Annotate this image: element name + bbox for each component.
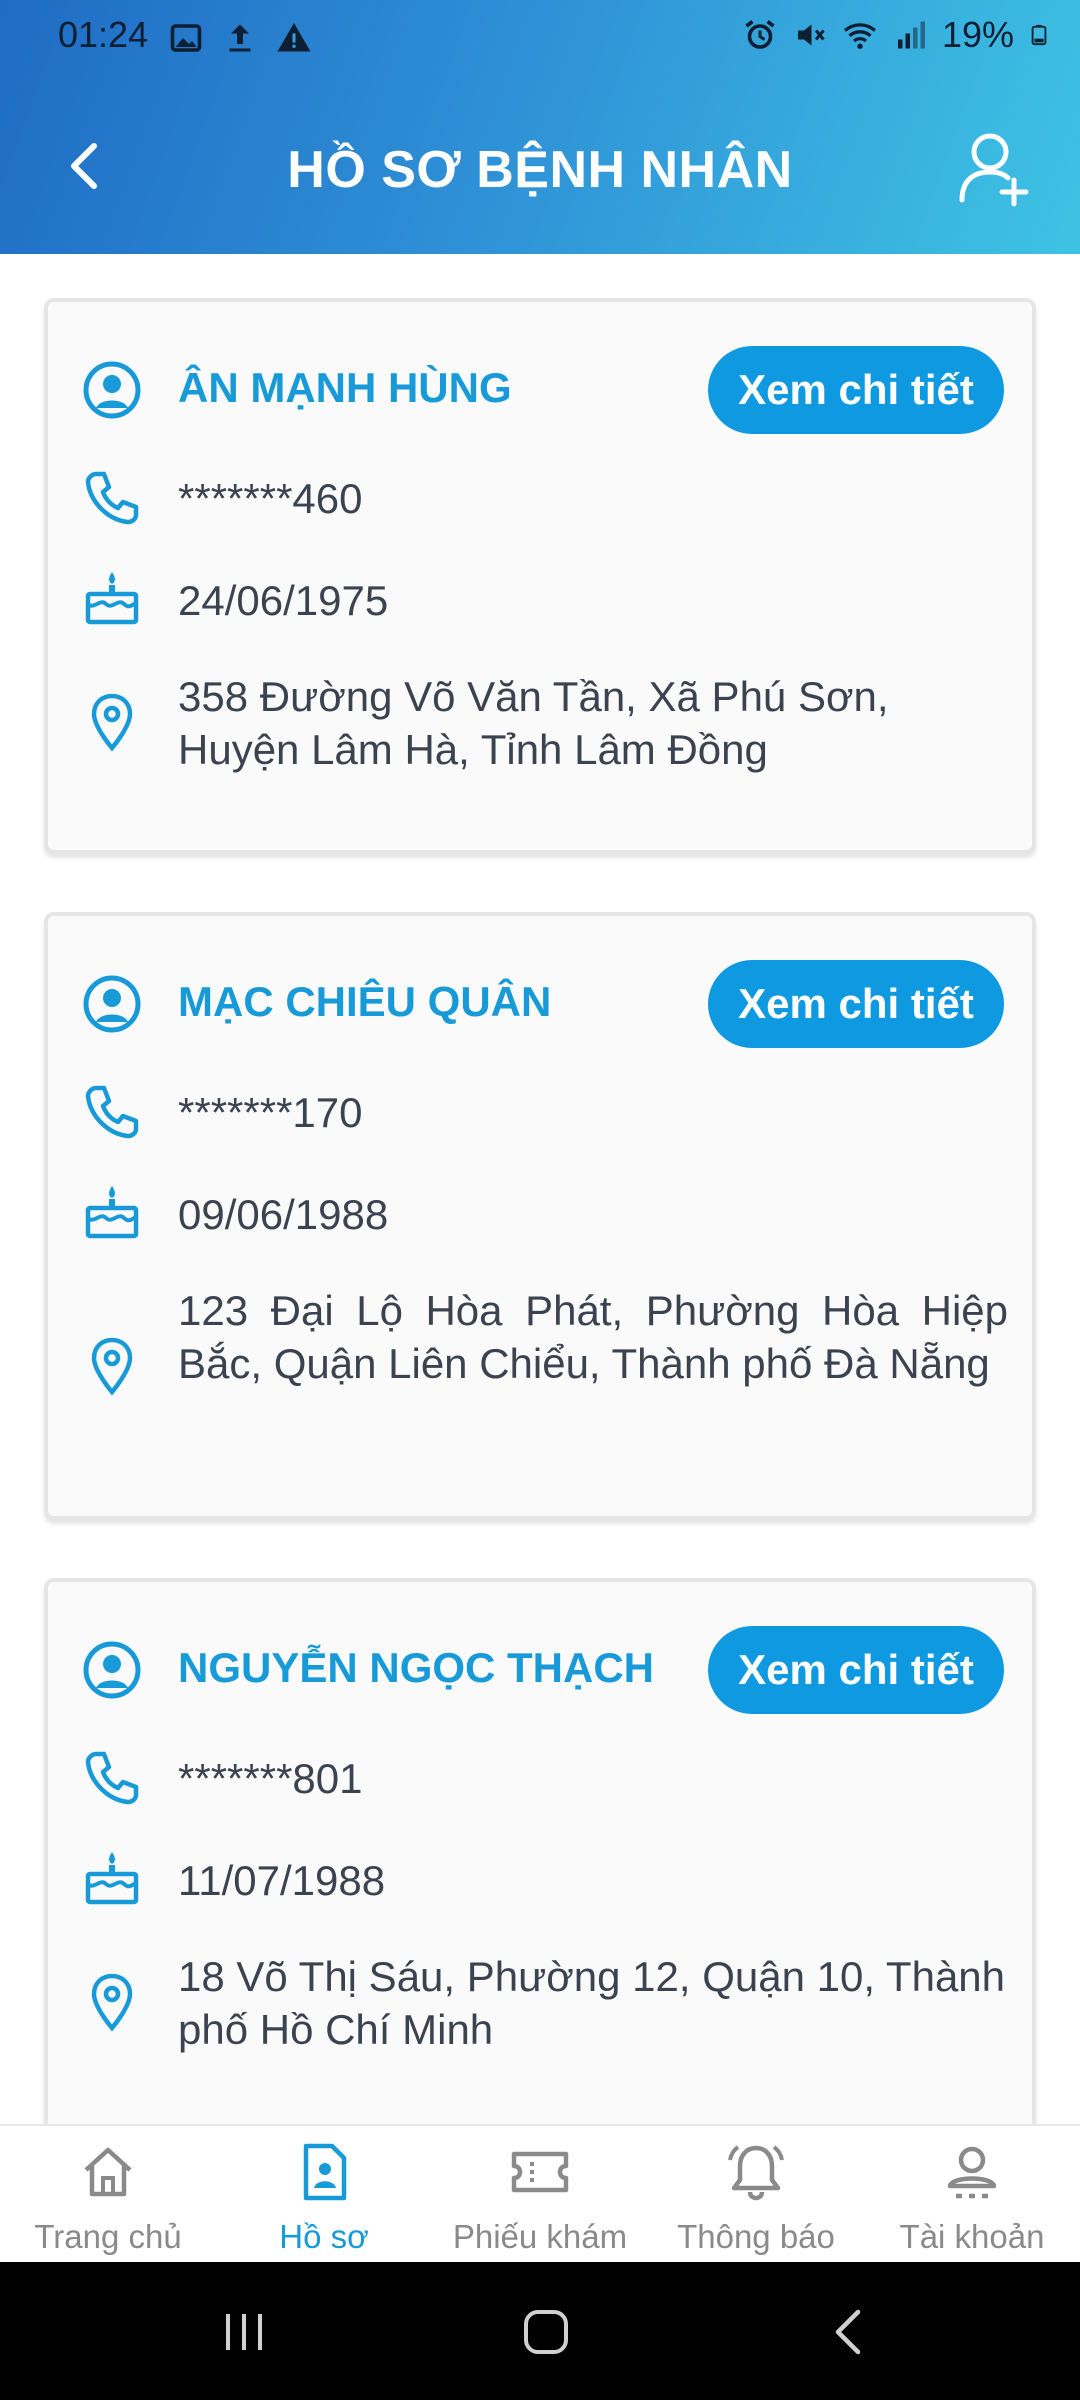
patient-birthday: 09/06/1988 [178,1191,389,1238]
patient-card: ÂN MẠNH HÙNG Xem chi tiết *******460 24/… [44,298,1036,854]
user-circle-icon [83,975,141,1033]
nav-label: Thông báo [677,2218,835,2255]
patient-birthday: 11/07/1988 [178,1857,386,1904]
nav-item-account[interactable]: Tài khoản [864,2126,1080,2264]
bell-icon [728,2145,784,2201]
nav-label: Trang chủ [34,2218,182,2255]
account-icon [947,2146,997,2199]
ticket-icon [511,2151,569,2193]
nav-label: Hồ sơ [279,2218,369,2255]
patient-name: NGUYỄN NGỌC THẠCH [178,1644,655,1691]
nav-item-tickets[interactable]: Phiếu khám [432,2126,648,2264]
patient-phone: *******801 [178,1755,363,1802]
phone-icon [85,1751,139,1805]
status-time: 01:24 [58,14,149,55]
view-detail-button[interactable]: Xem chi tiết [708,960,1004,1048]
patient-birthday: 24/06/1975 [178,577,389,624]
mute-icon [797,24,825,46]
phone-icon [85,1085,139,1139]
view-detail-button[interactable]: Xem chi tiết [708,346,1004,434]
app-header: 01:24 19% HỒ SƠ BỆNH NHÂN [0,0,1080,254]
patient-phone: *******460 [178,475,363,522]
nav-item-home[interactable]: Trang chủ [0,2126,216,2264]
status-bar: 01:24 19% [0,0,1080,76]
system-navigation-bar [0,2262,1080,2400]
nav-item-notifications[interactable]: Thông báo [648,2126,864,2264]
view-detail-button[interactable]: Xem chi tiết [708,1626,1004,1714]
alarm-icon [745,20,775,49]
patient-card: NGUYỄN NGỌC THẠCH Xem chi tiết *******80… [44,1578,1036,2124]
birthday-cake-icon [85,1852,139,1905]
patient-address: 18 Võ Thị Sáu, Phường 12, Quận 10, Thành… [178,1953,1006,2053]
patient-address: 123 Đại Lộ Hòa Phát, Phường Hòa Hiệp Bắc… [178,1287,1008,1387]
home-icon [84,2147,132,2197]
profile-file-icon [303,2143,347,2201]
back-icon[interactable] [820,2302,880,2362]
battery-percent: 19% [941,14,1014,55]
location-pin-icon [91,1973,133,2032]
patient-list[interactable]: ÂN MẠNH HÙNG Xem chi tiết *******460 24/… [0,254,1080,2124]
birthday-cake-icon [85,1186,139,1239]
patient-name: ÂN MẠNH HÙNG [178,364,512,411]
birthday-cake-icon [85,572,139,625]
bottom-navigation: Trang chủ Hồ sơ Phiếu khám Thông báo Tài… [0,2124,1080,2262]
nav-label: Tài khoản [899,2218,1045,2255]
recent-apps-icon[interactable] [214,2302,274,2362]
battery-icon [1031,24,1047,46]
nav-item-profile[interactable]: Hồ sơ [216,2126,432,2264]
upload-icon [229,24,251,52]
nav-label: Phiếu khám [452,2218,628,2255]
location-pin-icon [91,693,133,752]
signal-icon [897,21,925,49]
user-circle-icon [83,361,141,419]
phone-icon [85,471,139,525]
user-circle-icon [83,1641,141,1699]
add-user-button[interactable] [956,128,1032,208]
patient-name: MẠC CHIÊU QUÂN [178,978,552,1025]
patient-address: 358 Đường Võ Văn Tần, Xã Phú Sơn, Huyện … [178,673,889,773]
patient-card: MẠC CHIÊU QUÂN Xem chi tiết *******170 0… [44,912,1036,1520]
wifi-icon [843,23,876,49]
warning-icon [277,23,311,52]
image-icon [170,24,202,52]
home-button-icon[interactable] [516,2302,576,2362]
page-title: HỒ SƠ BỆNH NHÂN [287,141,793,199]
location-pin-icon [91,1337,133,1396]
patient-phone: *******170 [178,1089,363,1136]
